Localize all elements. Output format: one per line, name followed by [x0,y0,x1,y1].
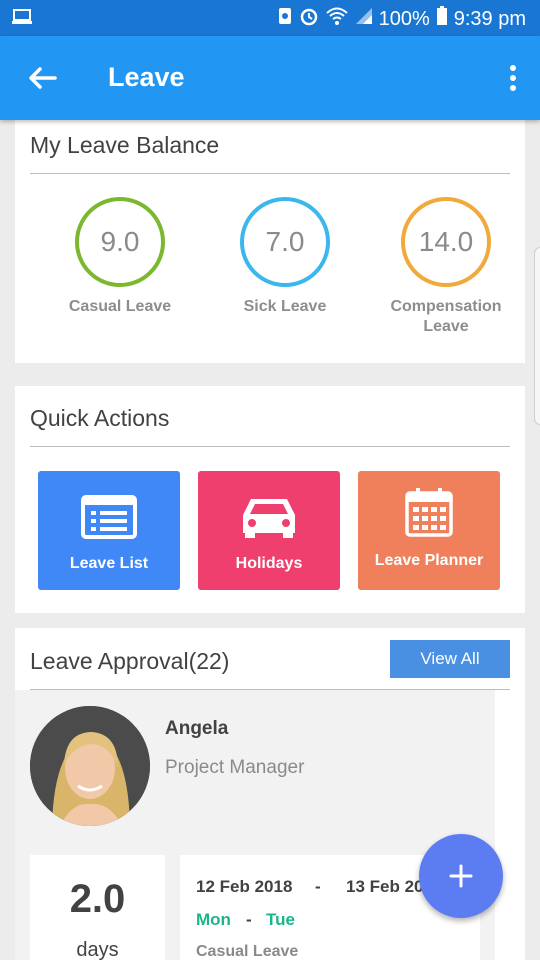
battery-percent: 100% [378,7,430,30]
list-icon [38,495,180,539]
balance-ring: 9.0 [75,197,165,287]
leave-balance-title: My Leave Balance [30,132,220,158]
page-title: Leave [108,62,185,92]
holidays-button[interactable]: Holidays [198,471,340,590]
balance-compensation[interactable]: 14.0 Compensation Leave [390,197,502,337]
signal-icon [355,7,373,31]
leave-type: Casual Leave [196,943,299,960]
edge-panel-handle[interactable] [534,247,540,425]
more-vertical-icon[interactable] [506,62,520,94]
quick-actions-card: Quick Actions Leave List Holidays Leave … [15,386,525,613]
balance-sick[interactable]: 7.0 Sick Leave [225,197,345,317]
approval-request-item[interactable]: Angela Project Manager 2.0 days 12 Feb 2… [15,690,495,960]
holidays-label: Holidays [235,555,303,572]
date-separator: - [315,877,321,896]
avatar [30,706,150,826]
balance-label: Casual Leave [68,298,172,315]
clock: 9:39 pm [453,7,526,30]
leave-planner-button[interactable]: Leave Planner [358,471,500,590]
balance-casual[interactable]: 9.0 Casual Leave [60,197,180,317]
employee-role: Project Manager [165,757,305,778]
balance-ring: 7.0 [240,197,330,287]
car-icon [198,495,340,539]
leave-balance-card: My Leave Balance 9.0 Casual Leave 7.0 Si… [15,120,525,363]
leave-planner-label: Leave Planner [374,552,484,569]
wifi-icon [325,6,349,32]
alarm-icon [299,6,319,32]
sync-icon [277,6,293,32]
app-bar: Leave [0,36,540,120]
day-separator: - [246,910,252,929]
view-all-button[interactable]: View All [390,640,510,678]
status-bar: 100% 9:39 pm [0,0,540,36]
arrow-left-icon [29,67,57,89]
to-day: Tue [266,910,295,929]
from-day: Mon [196,910,231,929]
plus-icon [449,864,473,888]
from-date: 12 Feb 2018 [196,877,293,896]
divider [30,173,510,174]
days-value: 2.0 [69,877,126,921]
leave-list-button[interactable]: Leave List [38,471,180,590]
calendar-icon [358,487,500,537]
days-box: 2.0 days [30,855,165,960]
divider [30,446,510,447]
leave-list-label: Leave List [69,555,149,572]
balance-label: Compensation Leave [390,298,502,335]
leave-approval-title: Leave Approval(22) [30,648,230,674]
balance-ring: 14.0 [401,197,491,287]
laptop-icon [12,9,32,30]
days-label: days [76,939,119,960]
back-button[interactable] [22,60,62,96]
balance-label: Sick Leave [243,298,327,315]
employee-name: Angela [165,718,229,739]
battery-icon [436,6,448,32]
add-leave-button[interactable] [419,834,503,918]
quick-actions-title: Quick Actions [30,405,170,431]
